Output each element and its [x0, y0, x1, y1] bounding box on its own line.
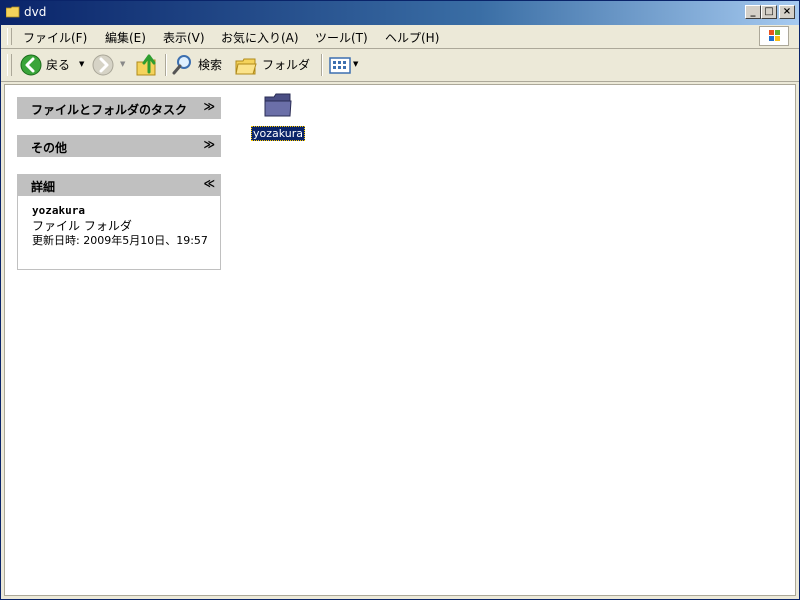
- folder-up-icon[interactable]: [135, 52, 159, 78]
- menu-file[interactable]: ファイル(F): [23, 29, 87, 46]
- views-dropdown-icon[interactable]: ▼: [353, 60, 358, 68]
- folder-item-label[interactable]: yozakura: [251, 126, 306, 141]
- chevron-down-icon[interactable]: ≫: [203, 100, 215, 113]
- folders-icon[interactable]: [234, 52, 258, 78]
- close-icon: ×: [782, 6, 792, 17]
- detail-name: yozakura: [32, 204, 85, 217]
- chevron-down-icon[interactable]: ≫: [203, 138, 215, 151]
- minimize-button[interactable]: _: [745, 5, 761, 19]
- other-places-title: その他: [31, 141, 68, 155]
- maximize-icon: □: [764, 6, 774, 17]
- toolbar-separator: [321, 54, 323, 76]
- minimize-icon: _: [750, 6, 756, 17]
- other-places-header[interactable]: その他 ≫: [17, 135, 221, 157]
- folder-icon[interactable]: [263, 91, 293, 119]
- back-button-label[interactable]: 戻る: [46, 56, 70, 73]
- windows-logo-icon: [759, 26, 789, 46]
- file-folder-tasks-header[interactable]: ファイルとフォルダのタスク ≫: [17, 97, 221, 119]
- search-icon[interactable]: [171, 52, 195, 78]
- detail-modified: 更新日時: 2009年5月10日、19:57: [32, 234, 208, 247]
- views-icon[interactable]: [328, 52, 352, 78]
- chevron-up-icon[interactable]: ≪: [203, 177, 215, 190]
- details-header[interactable]: 詳細 ≪: [17, 174, 221, 196]
- forward-arrow-icon[interactable]: [91, 52, 115, 78]
- content-area: ファイルとフォルダのタスク ≫ その他 ≫ 詳細 ≪ yozakura ファイル…: [4, 84, 796, 596]
- title-bar[interactable]: dvd _ □ ×: [1, 1, 799, 25]
- forward-dropdown-icon[interactable]: ▼: [120, 60, 125, 68]
- folder-icon: [6, 6, 20, 18]
- close-button[interactable]: ×: [779, 5, 795, 19]
- window-title: dvd: [24, 5, 47, 19]
- menu-view[interactable]: 表示(V): [163, 29, 205, 46]
- menu-grip[interactable]: [7, 28, 12, 45]
- menu-help[interactable]: ヘルプ(H): [385, 29, 439, 46]
- menu-favorites[interactable]: お気に入り(A): [221, 29, 299, 46]
- menu-tools[interactable]: ツール(T): [315, 29, 368, 46]
- file-folder-tasks-title: ファイルとフォルダのタスク: [31, 103, 188, 117]
- maximize-button[interactable]: □: [761, 5, 777, 19]
- toolbar-separator: [165, 54, 167, 76]
- back-arrow-icon[interactable]: [19, 52, 43, 78]
- toolbar-grip[interactable]: [7, 54, 12, 76]
- details-title: 詳細: [31, 180, 56, 194]
- toolbar: 戻る ▼ ▼ 検索 フォルダ ▼: [1, 49, 799, 82]
- folder-item[interactable]: yozakura: [249, 91, 307, 143]
- folders-button-label[interactable]: フォルダ: [262, 56, 310, 73]
- explorer-window: dvd _ □ × ファイル(F) 編集(E) 表示(V) お気に入り(A) ツ…: [0, 0, 800, 600]
- search-button-label[interactable]: 検索: [198, 56, 222, 73]
- back-dropdown-icon[interactable]: ▼: [79, 60, 84, 68]
- menu-edit[interactable]: 編集(E): [105, 29, 146, 46]
- menu-bar: ファイル(F) 編集(E) 表示(V) お気に入り(A) ツール(T) ヘルプ(…: [1, 25, 799, 49]
- details-body: yozakura ファイル フォルダ 更新日時: 2009年5月10日、19:5…: [17, 196, 221, 270]
- detail-type: ファイル フォルダ: [32, 219, 132, 233]
- task-pane: ファイルとフォルダのタスク ≫ その他 ≫ 詳細 ≪ yozakura ファイル…: [5, 85, 233, 595]
